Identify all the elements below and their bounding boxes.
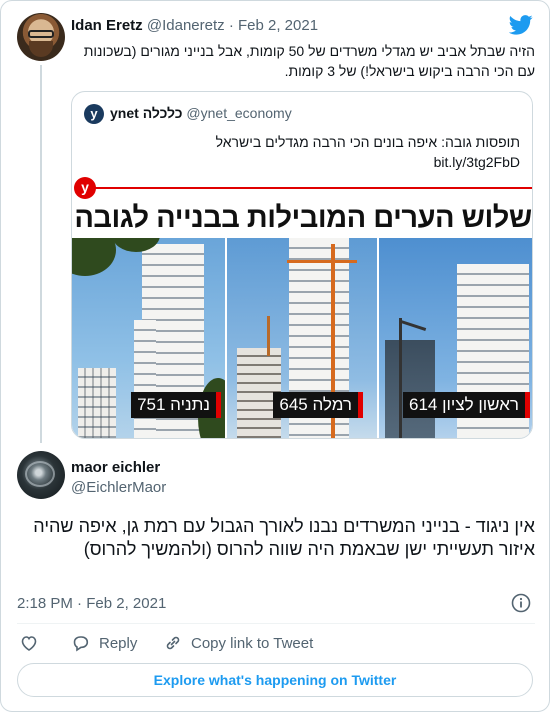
divider [17,623,535,624]
header-separator: · [228,17,234,34]
building-shape [134,320,156,438]
tweet-date[interactable]: Feb 2, 2021 [86,595,166,612]
crane-shape [267,316,270,356]
quoted-author-handle[interactable]: @ynet_economy [186,105,291,121]
quoted-tweet-link[interactable]: bit.ly/3tg2FbD [90,152,520,172]
red-rule [94,187,532,189]
photo-netanya: נתניה 751 [72,238,225,438]
reply-author-name[interactable]: maor eichler [71,459,160,476]
tweet-timestamp[interactable]: 2:18 PM · Feb 2, 2021 [17,595,166,612]
copy-link-button[interactable]: Copy link to Tweet [163,633,313,653]
quoted-tweet-header: ynet כלכלה @ynet_economy [110,105,292,121]
ynet-logo-icon: y [74,177,96,199]
quoted-tweet-text: תופסות גובה: איפה בונים הכי הרבה מגדלים … [90,132,520,172]
avatar-beard-detail [29,41,53,57]
avatar[interactable] [17,13,65,61]
quoted-tweet-body: תופסות גובה: איפה בונים הכי הרבה מגדלים … [215,134,520,150]
copy-link-label[interactable]: Copy link to Tweet [191,635,313,652]
explore-twitter-button[interactable]: Explore what's happening on Twitter [17,663,533,697]
author-name[interactable]: Idan Eretz [71,17,143,34]
tweet-date[interactable]: Feb 2, 2021 [238,17,318,34]
reply-button[interactable]: Reply [71,633,137,653]
tweet-embed-card: Idan Eretz @Idaneretz · Feb 2, 2021 הזיה… [0,0,550,712]
reply-label[interactable]: Reply [99,635,137,652]
crane-shape [287,260,357,263]
quoted-tweet-card[interactable]: y ynet כלכלה @ynet_economy תופסות גובה: … [71,91,533,439]
city-label-ramla: רמלה 645 [273,392,363,418]
reply-tweet-text: אין ניגוד - בנייני המשרדים נבנו לאורך הג… [33,516,535,559]
info-icon[interactable] [511,593,531,613]
tweet-actions: Reply Copy link to Tweet [17,633,535,655]
lamp-post-shape [400,320,427,331]
ynet-header-bar: y [72,176,532,200]
avatar-glasses-detail [28,30,54,38]
reply-author-handle[interactable]: @EichlerMaor [71,479,166,496]
quoted-tweet-image[interactable]: y שלוש הערים המובילות בבנייה לגובה נתניה… [72,176,532,438]
avatar-swirl-detail [25,461,55,487]
building-shape [385,340,435,438]
quoted-author-name[interactable]: ynet כלכלה [110,105,183,121]
city-label-netanya: נתניה 751 [131,392,221,418]
lamp-post-shape [399,318,402,438]
photo-rishon-lezion: ראשון לציון 614 [379,238,532,438]
city-photos: נתניה 751 רמלה 645 ראשון לציון 614 [72,238,532,438]
link-icon [166,636,180,650]
like-button[interactable] [19,633,39,653]
parent-tweet-text: הזיה שבתל אביב יש מגדלי משרדים של 50 קומ… [83,43,535,79]
thread-connector-line [40,65,42,443]
tweet-time[interactable]: 2:18 PM [17,595,73,612]
timestamp-separator: · [77,595,83,612]
heart-icon [21,636,37,651]
twitter-logo-icon[interactable] [509,15,533,35]
city-label-rishon-lezion: ראשון לציון 614 [403,392,530,418]
avatar[interactable] [17,451,65,499]
tree-shape [72,238,116,276]
image-headline: שלוש הערים המובילות בבנייה לגובה [74,202,532,234]
author-handle[interactable]: @Idaneretz [147,17,225,34]
reply-bubble-icon [73,636,89,652]
photo-ramla: רמלה 645 [227,238,377,438]
parent-tweet-header: Idan Eretz @Idaneretz · Feb 2, 2021 [71,17,318,34]
building-shape [78,368,116,438]
ynet-avatar[interactable]: y [84,104,104,124]
